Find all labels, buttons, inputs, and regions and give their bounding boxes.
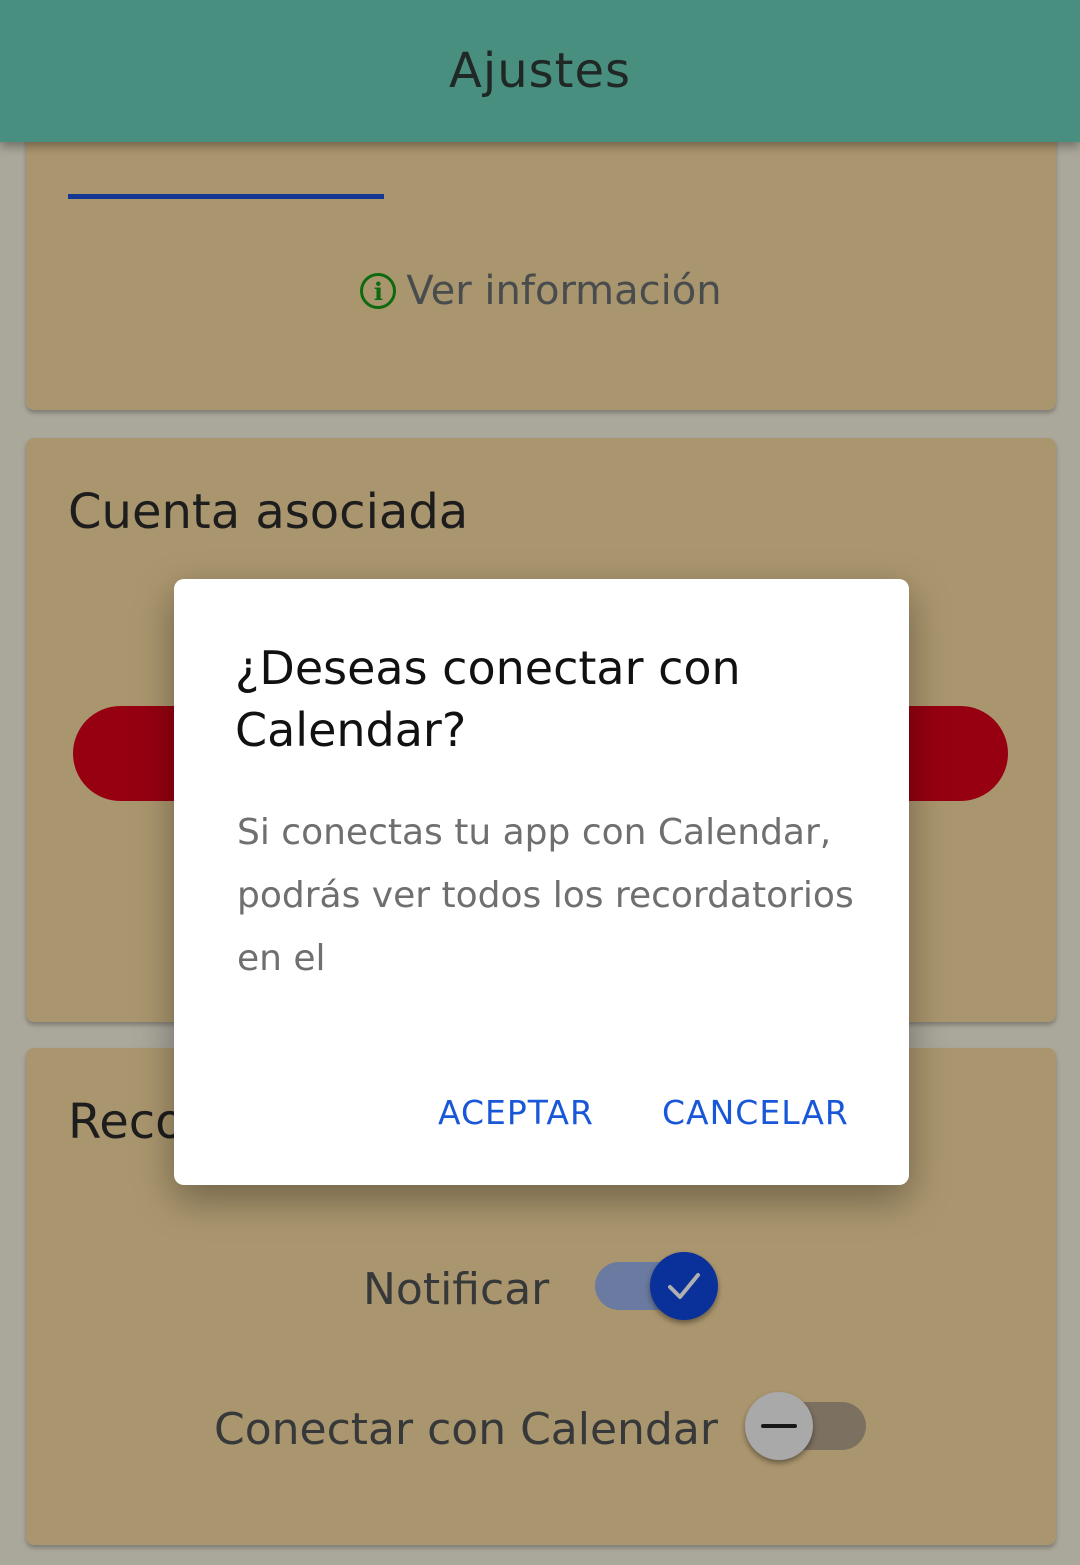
connect-calendar-dialog: ¿Deseas conectar con Calendar? Si conect… — [174, 579, 909, 1185]
dialog-message: Si conectas tu app con Calendar, podrás … — [237, 812, 854, 979]
dialog-title: ¿Deseas conectar con Calendar? — [235, 641, 741, 757]
cancel-button[interactable]: CANCELAR — [662, 1093, 849, 1132]
accept-button[interactable]: ACEPTAR — [438, 1093, 594, 1132]
